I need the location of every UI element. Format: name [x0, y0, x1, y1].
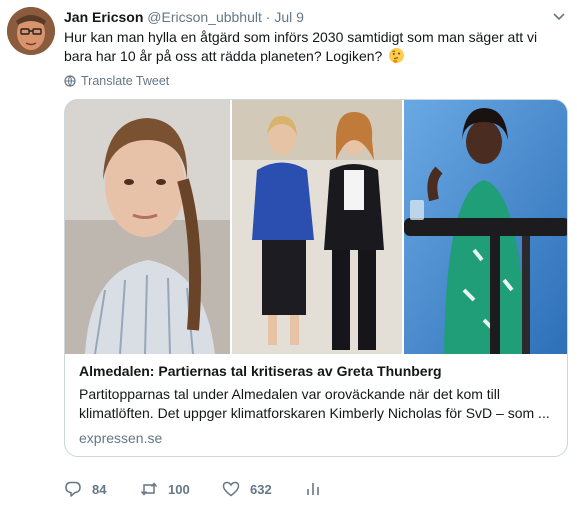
avatar[interactable] — [7, 7, 55, 55]
like-count: 632 — [250, 481, 272, 497]
card-domain: expressen.se — [79, 430, 163, 446]
reply-icon — [65, 481, 81, 497]
heart-icon — [222, 481, 240, 497]
analytics-button[interactable] — [304, 480, 322, 498]
separator: · — [265, 9, 271, 25]
reply-button[interactable]: 84 — [64, 480, 140, 498]
card-image-right — [403, 100, 567, 354]
thinking-face-emoji — [388, 47, 405, 64]
tweet-text: Hur kan man hylla en åtgärd som införs 2… — [64, 28, 564, 66]
like-button[interactable]: 632 — [222, 480, 304, 498]
card-title[interactable]: Almedalen: Partiernas tal kritiseras av … — [79, 362, 555, 381]
card-image-middle — [232, 100, 402, 354]
retweet-icon — [140, 482, 158, 496]
author-name[interactable]: Jan Ericson — [64, 9, 143, 25]
tweet[interactable]: Jan Ericson @Ericson_ubbhult · Jul 9 Hur… — [0, 0, 577, 510]
link-card[interactable]: Almedalen: Partiernas tal kritiseras av … — [64, 99, 568, 457]
retweet-button[interactable]: 100 — [140, 480, 222, 498]
tweet-text-content: Hur kan man hylla en åtgärd som införs 2… — [64, 29, 538, 64]
card-image-left — [65, 100, 231, 354]
reply-count: 84 — [92, 481, 107, 497]
author-handle[interactable]: @Ericson_ubbhult — [147, 9, 262, 25]
retweet-count: 100 — [168, 481, 190, 497]
card-images — [65, 100, 567, 354]
caret-down-icon[interactable] — [551, 8, 567, 24]
globe-icon — [64, 75, 76, 87]
translate-label: Translate Tweet — [81, 74, 170, 88]
analytics-icon — [307, 483, 319, 495]
tweet-header: Jan Ericson @Ericson_ubbhult · Jul 9 — [64, 8, 547, 26]
translate-tweet-link[interactable]: Translate Tweet — [64, 74, 169, 88]
card-body: Almedalen: Partiernas tal kritiseras av … — [79, 362, 555, 447]
tweet-actions: 84 100 632 — [64, 479, 322, 499]
tweet-date[interactable]: Jul 9 — [274, 9, 304, 25]
card-description: Partitopparnas tal under Almedalen var o… — [79, 386, 550, 421]
